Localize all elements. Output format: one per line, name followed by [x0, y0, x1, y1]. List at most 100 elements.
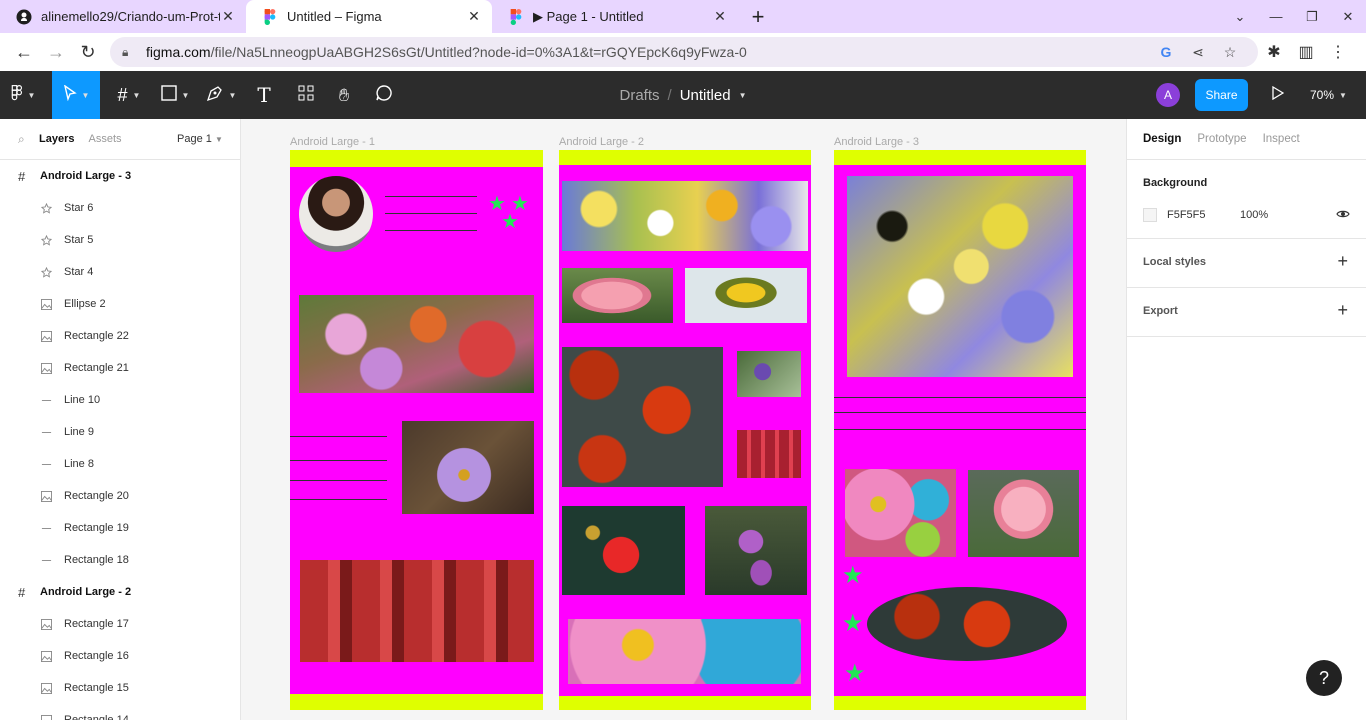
- tab-prototype[interactable]: Prototype: [1197, 133, 1246, 145]
- chevron-down-icon[interactable]: ▼: [739, 91, 747, 100]
- back-icon[interactable]: ←: [8, 36, 40, 68]
- plus-icon[interactable]: +: [1337, 300, 1348, 321]
- canvas[interactable]: Android Large - 1 ★ ★ ★ Android Large - …: [241, 119, 1126, 720]
- layer-item[interactable]: Rectangle 15: [0, 672, 240, 704]
- purple-daisy-image[interactable]: [402, 421, 534, 514]
- close-window-icon[interactable]: ✕: [1330, 9, 1366, 25]
- frame-android-large-3[interactable]: ★ ★ ★: [834, 150, 1086, 710]
- new-tab-button[interactable]: +: [742, 0, 774, 33]
- star-icon[interactable]: ★: [501, 212, 519, 232]
- tab-search-icon[interactable]: ⌄: [1222, 9, 1258, 25]
- plus-icon[interactable]: +: [1337, 251, 1348, 272]
- frame-android-large-2[interactable]: [559, 150, 811, 710]
- page-selector[interactable]: Page 1 ▼: [177, 133, 223, 145]
- red-dahlia-image[interactable]: [562, 506, 685, 595]
- extensions-icon[interactable]: ✱: [1258, 36, 1290, 68]
- yellow-rose-image[interactable]: [685, 268, 807, 323]
- layer-item[interactable]: Rectangle 18: [0, 544, 240, 576]
- browser-tab-strip: alinemello29/Criando-um-Prot-ti ✕ Untitl…: [0, 0, 1366, 33]
- star-icon[interactable]: ★: [842, 564, 864, 588]
- foxglove-image[interactable]: [705, 506, 807, 595]
- layer-name: Rectangle 21: [64, 362, 129, 374]
- tab-assets[interactable]: Assets: [88, 133, 121, 145]
- frame-label[interactable]: Android Large - 1: [290, 136, 375, 148]
- properties-panel: Design Prototype Inspect Background F5F5…: [1126, 119, 1366, 720]
- layer-frame[interactable]: # Android Large - 2: [0, 576, 240, 608]
- url-text[interactable]: figma.com/file/Na5LnneogpUaABGH2S6sGt/Un…: [146, 44, 1150, 60]
- layer-item[interactable]: Line 8: [0, 448, 240, 480]
- layer-item[interactable]: Star 4: [0, 256, 240, 288]
- browser-tab-prototype[interactable]: ▶ Page 1 - Untitled ✕: [492, 0, 738, 33]
- browser-tab-figma[interactable]: Untitled – Figma ✕: [246, 0, 492, 33]
- layer-item[interactable]: Rectangle 20: [0, 480, 240, 512]
- frame-label[interactable]: Android Large - 3: [834, 136, 919, 148]
- figma-icon: [262, 8, 278, 25]
- layer-name: Line 8: [64, 458, 94, 470]
- star-icon[interactable]: ★: [842, 612, 864, 636]
- breadcrumb-drafts[interactable]: Drafts: [620, 87, 660, 104]
- bookmark-star-icon[interactable]: ☆: [1214, 44, 1246, 61]
- red-flowers-ellipse-image[interactable]: [867, 587, 1067, 661]
- pink-rose-square-image[interactable]: [968, 470, 1079, 557]
- background-opacity[interactable]: 100%: [1240, 209, 1336, 221]
- close-icon[interactable]: ✕: [712, 8, 728, 25]
- layer-item[interactable]: Line 9: [0, 416, 240, 448]
- browser-tab-github[interactable]: alinemello29/Criando-um-Prot-ti ✕: [0, 0, 246, 33]
- restore-icon[interactable]: ❐: [1294, 9, 1330, 25]
- layer-item[interactable]: Rectangle 16: [0, 640, 240, 672]
- flower-garden-image[interactable]: [299, 295, 534, 393]
- chevron-down-icon: ▼: [1339, 90, 1347, 100]
- file-name[interactable]: Untitled: [680, 87, 731, 104]
- red-tulips-small-image[interactable]: [737, 430, 801, 478]
- close-icon[interactable]: ✕: [466, 8, 482, 25]
- text-line: [834, 429, 1086, 430]
- tab-inspect[interactable]: Inspect: [1263, 133, 1300, 145]
- wildflowers-large-image[interactable]: [847, 176, 1073, 377]
- layer-item[interactable]: Ellipse 2: [0, 288, 240, 320]
- present-button[interactable]: [1266, 71, 1290, 119]
- zoom-dropdown[interactable]: 70% ▼: [1310, 71, 1347, 119]
- layer-item[interactable]: Star 6: [0, 192, 240, 224]
- reload-icon[interactable]: ↻: [72, 36, 104, 68]
- layer-name: Star 6: [64, 202, 94, 214]
- side-panel-icon[interactable]: ▥: [1290, 36, 1322, 68]
- image-layer-icon: [41, 298, 55, 310]
- frame-label[interactable]: Android Large - 2: [559, 136, 644, 148]
- layer-item[interactable]: Rectangle 19: [0, 512, 240, 544]
- layer-name: Rectangle 22: [64, 330, 129, 342]
- purple-bellflower-image[interactable]: [737, 351, 801, 397]
- star-icon[interactable]: ★: [844, 662, 866, 686]
- background-swatch[interactable]: [1143, 207, 1157, 222]
- url-bar[interactable]: 🔒︎ figma.com/file/Na5LnneogpUaABGH2S6sGt…: [110, 37, 1258, 67]
- layer-frame[interactable]: # Android Large - 3: [0, 160, 240, 192]
- tab-design[interactable]: Design: [1143, 133, 1181, 145]
- help-button[interactable]: ?: [1306, 660, 1342, 696]
- red-flowers-image[interactable]: [562, 347, 723, 487]
- share-button[interactable]: Share: [1195, 79, 1248, 111]
- layer-item[interactable]: Rectangle 21: [0, 352, 240, 384]
- google-icon[interactable]: G: [1150, 44, 1182, 60]
- background-hex[interactable]: F5F5F5: [1167, 209, 1240, 221]
- forward-icon[interactable]: →: [40, 36, 72, 68]
- frame-android-large-1[interactable]: ★ ★ ★: [290, 150, 543, 710]
- pink-rose-image[interactable]: [562, 268, 673, 323]
- profile-photo[interactable]: [299, 176, 373, 252]
- layer-item[interactable]: Rectangle 22: [0, 320, 240, 352]
- layer-item[interactable]: Line 10: [0, 384, 240, 416]
- search-icon[interactable]: ⌕: [18, 132, 32, 147]
- colorful-daisies-image[interactable]: [568, 619, 801, 684]
- eye-icon[interactable]: [1336, 207, 1350, 222]
- menu-icon[interactable]: ⋮: [1322, 36, 1354, 68]
- avatar[interactable]: A: [1156, 83, 1180, 107]
- figma-icon: [508, 8, 524, 25]
- layer-item[interactable]: Star 5: [0, 224, 240, 256]
- wildflowers-banner-image[interactable]: [562, 181, 808, 251]
- minimize-icon[interactable]: —: [1258, 9, 1294, 24]
- close-icon[interactable]: ✕: [220, 8, 236, 25]
- tulips-image[interactable]: [300, 560, 534, 662]
- tab-layers[interactable]: Layers: [39, 133, 74, 145]
- colorful-daisies-square-image[interactable]: [845, 469, 956, 557]
- layer-item[interactable]: Rectangle 14: [0, 704, 240, 720]
- layer-item[interactable]: Rectangle 17: [0, 608, 240, 640]
- share-icon[interactable]: ⋖: [1182, 44, 1214, 61]
